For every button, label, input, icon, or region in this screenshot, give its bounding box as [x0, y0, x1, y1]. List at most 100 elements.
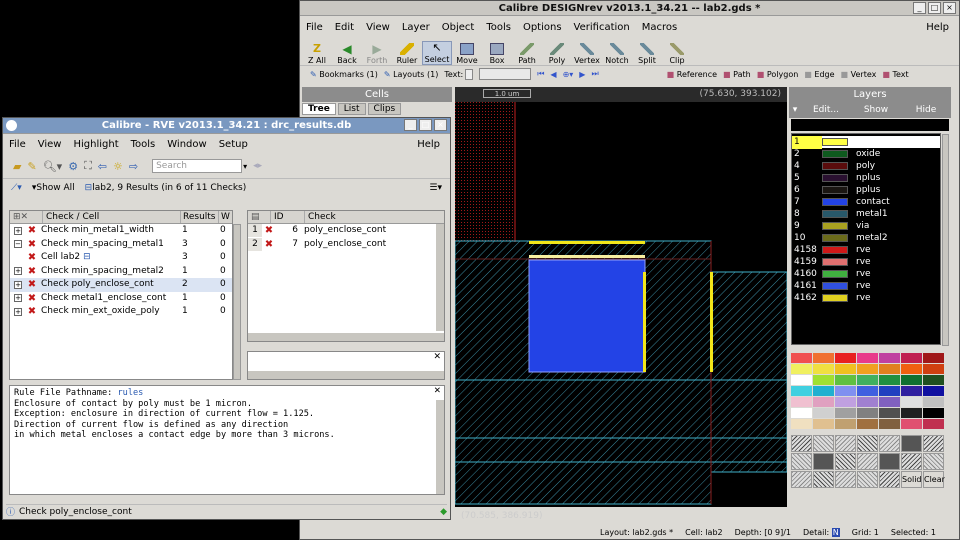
- color-swatch[interactable]: [791, 364, 812, 374]
- layer-swatch[interactable]: [822, 222, 848, 230]
- color-swatch[interactable]: [857, 397, 878, 407]
- check-row[interactable]: − ✖ Check min_spacing_metal1 3 0: [10, 238, 232, 252]
- menu-file[interactable]: File: [306, 22, 323, 33]
- minimize-icon[interactable]: _: [913, 2, 926, 14]
- layer-row[interactable]: 4159 rve: [792, 256, 940, 268]
- vertex-button[interactable]: Vertex: [572, 43, 602, 65]
- expand-icon[interactable]: +: [14, 307, 22, 316]
- expand-icon[interactable]: +: [14, 226, 22, 235]
- fill-pattern-swatch[interactable]: [923, 435, 944, 452]
- fill-pattern-swatch[interactable]: [791, 435, 812, 452]
- color-swatch[interactable]: [857, 375, 878, 385]
- color-swatch[interactable]: [923, 419, 944, 429]
- color-swatch[interactable]: [791, 397, 812, 407]
- fill-pattern-swatch[interactable]: [835, 453, 856, 470]
- text-search-dropdown[interactable]: [465, 68, 474, 80]
- split-button[interactable]: Split: [632, 43, 662, 65]
- header-w[interactable]: W: [218, 211, 232, 223]
- zoom-icon[interactable]: 🔍︎▾: [43, 160, 63, 173]
- maximize-icon[interactable]: □: [419, 119, 432, 131]
- expand-icon[interactable]: +: [14, 280, 22, 289]
- check-row[interactable]: + ✖ Check min_spacing_metal2 1 0: [10, 265, 232, 279]
- rve-menu-tools[interactable]: Tools: [131, 139, 156, 150]
- layer-swatch[interactable]: [822, 282, 848, 290]
- color-swatch[interactable]: [813, 375, 834, 385]
- layouts-button[interactable]: ✎ Layouts (1): [384, 70, 439, 79]
- cell-row[interactable]: ✖ Cell lab2 ⊟ 3 0: [10, 251, 232, 265]
- back-button[interactable]: ◀ Back: [332, 43, 362, 65]
- color-swatch[interactable]: [879, 353, 900, 363]
- layer-row[interactable]: 4162 rve: [792, 292, 940, 304]
- color-swatch[interactable]: [835, 353, 856, 363]
- layers-hide-button[interactable]: Hide: [901, 105, 951, 115]
- fill-pattern-swatch[interactable]: [791, 453, 812, 470]
- layer-row[interactable]: 4 poly: [792, 160, 940, 172]
- result-row[interactable]: 2 ✖ 7 poly_enclose_cont: [248, 237, 444, 252]
- layer-list-scrollbar[interactable]: [942, 134, 949, 346]
- check-row[interactable]: + ✖ Check poly_enclose_cont 2 0: [10, 278, 232, 292]
- collapse-icon[interactable]: −: [14, 240, 22, 249]
- color-swatch[interactable]: [879, 397, 900, 407]
- color-swatch[interactable]: [857, 364, 878, 374]
- fill-pattern-swatch[interactable]: [923, 453, 944, 470]
- color-swatch[interactable]: [901, 375, 922, 385]
- color-swatch[interactable]: [879, 386, 900, 396]
- color-swatch[interactable]: [879, 408, 900, 418]
- layer-swatch[interactable]: [822, 162, 848, 170]
- color-swatch[interactable]: [791, 375, 812, 385]
- menu-macros[interactable]: Macros: [642, 22, 677, 33]
- box-button[interactable]: Box: [482, 43, 512, 65]
- poly-button[interactable]: Poly: [542, 43, 572, 65]
- rule-close-icon[interactable]: ✕: [434, 386, 441, 397]
- rve-menu-highlight[interactable]: Highlight: [73, 139, 118, 150]
- layer-row[interactable]: 5 nplus: [792, 172, 940, 184]
- check-row[interactable]: + ✖ Check min_metal1_width 1 0: [10, 224, 232, 238]
- fill-pattern-swatch[interactable]: [813, 471, 834, 488]
- layers-show-button[interactable]: Show: [851, 105, 901, 115]
- maximize-icon[interactable]: □: [928, 2, 941, 14]
- select-button[interactable]: ↖ Select: [422, 41, 452, 65]
- color-swatch[interactable]: [791, 386, 812, 396]
- layer-row[interactable]: 7 contact: [792, 196, 940, 208]
- color-swatch[interactable]: [813, 397, 834, 407]
- menu-edit[interactable]: Edit: [335, 22, 354, 33]
- rule-scrollbar[interactable]: [436, 400, 444, 494]
- clear-pattern-button[interactable]: Clear: [923, 471, 945, 488]
- fill-pattern-swatch[interactable]: [879, 435, 900, 452]
- search-nav-icon[interactable]: ◂▸: [253, 161, 262, 171]
- layer-row[interactable]: 1 pwell: [792, 135, 940, 149]
- sort-icon[interactable]: ⟋▾: [11, 183, 22, 193]
- menu-object[interactable]: Object: [442, 22, 475, 33]
- designrev-titlebar[interactable]: Calibre DESIGNrev v2013.1_34.21 -- lab2.…: [300, 1, 959, 16]
- highlight-icon[interactable]: ⛶: [84, 159, 92, 173]
- layer-row[interactable]: 9 via: [792, 220, 940, 232]
- menu-options[interactable]: Options: [523, 22, 562, 33]
- color-swatch[interactable]: [857, 353, 878, 363]
- layout-canvas[interactable]: [455, 102, 787, 507]
- rve-menu-window[interactable]: Window: [167, 139, 206, 150]
- color-swatch[interactable]: [901, 353, 922, 363]
- last-result-icon[interactable]: ⏭: [591, 69, 598, 79]
- layer-row[interactable]: 2 oxide: [792, 148, 940, 160]
- color-swatch[interactable]: [901, 419, 922, 429]
- view-mode-icon[interactable]: ☰▾: [429, 183, 442, 193]
- fill-pattern-swatch[interactable]: [813, 453, 834, 470]
- color-swatch[interactable]: [813, 419, 834, 429]
- fill-pattern-swatch[interactable]: [879, 471, 900, 488]
- color-swatch[interactable]: [901, 397, 922, 407]
- menu-verification[interactable]: Verification: [574, 22, 630, 33]
- layer-swatch[interactable]: [822, 198, 848, 206]
- menu-tools[interactable]: Tools: [486, 22, 511, 33]
- expand-icon[interactable]: +: [14, 294, 22, 303]
- color-swatch[interactable]: [857, 408, 878, 418]
- color-swatch[interactable]: [923, 397, 944, 407]
- close-icon[interactable]: ×: [434, 119, 447, 131]
- layer-swatch[interactable]: [822, 234, 848, 242]
- path-button[interactable]: Path: [512, 43, 542, 65]
- layer-row[interactable]: 4160 rve: [792, 268, 940, 280]
- rve-menu-setup[interactable]: Setup: [219, 139, 248, 150]
- color-swatch[interactable]: [923, 375, 944, 385]
- rve-titlebar[interactable]: Calibre - RVE v2013.1_34.21 : drc_result…: [3, 118, 450, 134]
- ruler-button[interactable]: Ruler: [392, 43, 422, 65]
- show-all-button[interactable]: ▾Show All: [32, 183, 75, 193]
